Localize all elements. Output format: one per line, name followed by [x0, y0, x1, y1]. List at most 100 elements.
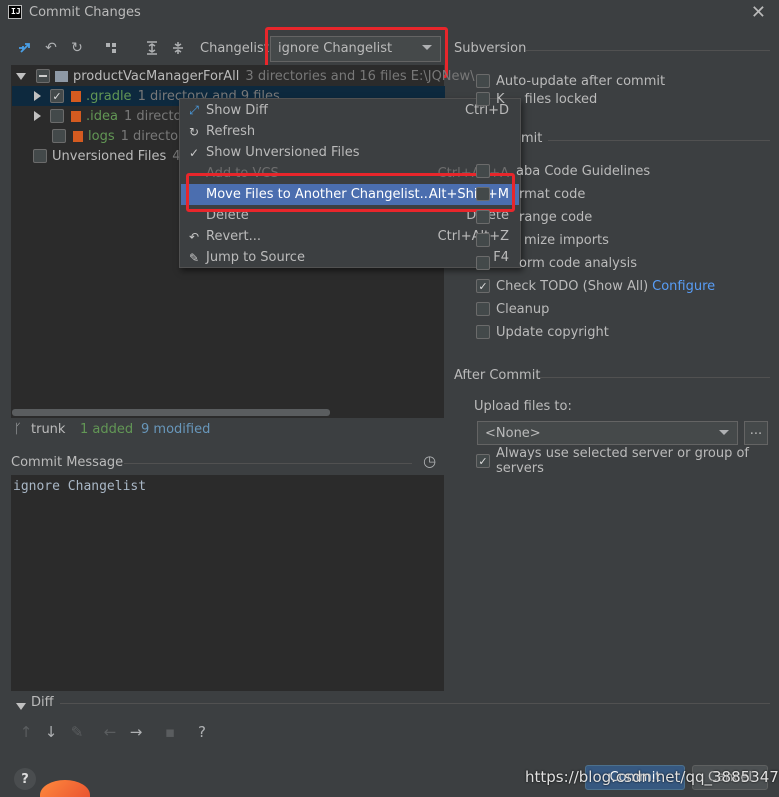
arrow-up-icon[interactable]: ↑	[18, 723, 34, 741]
menu-item-show-diff[interactable]: ⤢ Show Diff Ctrl+D	[181, 100, 519, 121]
auto-update-checkbox[interactable]	[476, 74, 490, 88]
menu-item-revert[interactable]: ↶ Revert... Ctrl+Alt+Z	[181, 226, 519, 247]
cleanup-option[interactable]: Cleanup	[476, 300, 549, 318]
check-todo-option[interactable]: ✓ Check TODO (Show All) Configure	[476, 277, 715, 295]
arrow-left-icon[interactable]: ←	[102, 723, 118, 741]
changelist-label: Changelist:	[200, 41, 274, 56]
root-checkbox[interactable]	[36, 69, 50, 83]
menu-item-label: Show Diff	[206, 103, 268, 118]
group-by-icon[interactable]	[104, 40, 120, 56]
collapse-all-icon[interactable]	[170, 40, 186, 56]
before-commit-option[interactable]: orm code analysis	[476, 254, 637, 272]
menu-item-label: Jump to Source	[206, 250, 305, 265]
tree-row-root[interactable]: productVacManagerForAll 3 directories an…	[12, 66, 475, 86]
browse-button[interactable]: ...	[744, 421, 768, 445]
option-label: mize imports	[524, 232, 609, 248]
diff-label[interactable]: Diff	[31, 695, 54, 710]
commit-message-input[interactable]: ignore Changelist	[11, 475, 444, 691]
check-icon: ✓	[188, 145, 200, 160]
before-commit-option[interactable]: aba Code Guidelines	[476, 162, 650, 180]
divider	[538, 377, 770, 378]
horizontal-scrollbar[interactable]	[12, 409, 330, 416]
keep-locked-label: files locked	[524, 91, 598, 107]
refresh-icon[interactable]: ↻	[69, 40, 85, 56]
option-checkbox[interactable]	[476, 164, 490, 178]
option-label: rmat code	[519, 186, 586, 202]
history-clock-icon[interactable]: ◷	[423, 452, 436, 470]
close-icon[interactable]: ✕	[751, 2, 766, 23]
edit-icon: ✎	[188, 250, 200, 265]
unversioned-checkbox[interactable]	[33, 149, 47, 163]
logs-name: logs	[88, 128, 115, 144]
added-count[interactable]: 1 added	[80, 422, 133, 437]
menu-item-show-unversioned[interactable]: ✓ Show Unversioned Files	[181, 142, 519, 163]
highlight-move-files	[186, 173, 515, 212]
expand-arrow-icon[interactable]	[16, 72, 26, 80]
keep-locked-checkbox[interactable]	[476, 92, 490, 106]
option-checkbox[interactable]	[476, 256, 490, 270]
folder-icon	[71, 90, 81, 102]
keep-locked-option[interactable]: K files locked	[476, 90, 597, 108]
menu-item-jump-to-source[interactable]: ✎ Jump to Source F4	[181, 247, 519, 268]
menu-item-refresh[interactable]: ↻ Refresh	[181, 121, 519, 142]
unversioned-name: Unversioned Files	[52, 148, 167, 164]
arrow-right-icon[interactable]: →	[128, 723, 144, 741]
logs-checkbox[interactable]	[52, 129, 66, 143]
update-copyright-option[interactable]: Update copyright	[476, 323, 609, 341]
rollback-icon[interactable]: ↶	[43, 40, 59, 56]
after-commit-title: After Commit	[454, 368, 541, 383]
divider	[526, 50, 770, 51]
before-commit-option[interactable]: mize imports	[476, 231, 609, 249]
cleanup-checkbox[interactable]	[476, 302, 490, 316]
modified-count[interactable]: 9 modified	[141, 422, 210, 437]
option-label: orm code analysis	[519, 255, 637, 271]
check-todo-checkbox[interactable]: ✓	[476, 279, 490, 293]
arrow-down-icon[interactable]: ↓	[43, 723, 59, 741]
divider	[124, 463, 412, 464]
avatar	[40, 780, 90, 797]
diff-icon: ⤢	[189, 103, 199, 117]
help-button[interactable]: ?	[14, 768, 36, 790]
revert-icon: ↶	[188, 229, 200, 244]
diff-collapse-icon	[16, 699, 26, 714]
title-bar: IJ Commit Changes ✕	[0, 0, 779, 26]
idea-checkbox[interactable]	[50, 109, 64, 123]
keep-locked-prefix: K	[496, 91, 505, 107]
before-commit-option[interactable]: range code	[476, 208, 592, 226]
menu-item-label: Refresh	[206, 124, 256, 139]
intellij-logo-icon: IJ	[8, 5, 22, 19]
upload-label: Upload files to:	[474, 399, 572, 414]
auto-update-label: Auto-update after commit	[496, 73, 666, 89]
module-folder-icon	[55, 70, 68, 82]
branch-icon: ᚴ	[14, 422, 22, 437]
window-title: Commit Changes	[29, 5, 141, 20]
comment-icon[interactable]: ▪	[162, 723, 178, 741]
always-use-checkbox[interactable]: ✓	[476, 454, 490, 468]
root-detail: 3 directories and 16 files E:\JQNew\	[245, 68, 475, 84]
menu-item-label: Revert...	[206, 229, 261, 244]
auto-update-option[interactable]: Auto-update after commit	[476, 72, 665, 90]
chevron-down-icon	[719, 430, 729, 435]
expand-arrow-icon[interactable]	[34, 91, 41, 101]
always-use-option[interactable]: ✓ Always use selected server or group of…	[476, 446, 779, 476]
idea-name: .idea	[86, 108, 118, 124]
before-commit-option[interactable]: rmat code	[476, 185, 585, 203]
option-checkbox[interactable]	[476, 233, 490, 247]
gradle-checkbox[interactable]: ✓	[50, 89, 64, 103]
commit-message-label: Commit Message	[11, 455, 124, 470]
option-checkbox[interactable]	[476, 210, 490, 224]
gradle-name: .gradle	[86, 88, 132, 104]
upload-value: <None>	[485, 426, 541, 441]
diff-icon[interactable]	[17, 40, 33, 56]
option-checkbox[interactable]	[476, 187, 490, 201]
upload-dropdown[interactable]: <None>	[477, 421, 738, 445]
configure-link[interactable]: Configure	[652, 279, 715, 294]
expand-all-icon[interactable]	[144, 40, 160, 56]
divider	[60, 703, 770, 704]
edit-icon[interactable]: ✎	[69, 723, 85, 741]
update-copyright-checkbox[interactable]	[476, 325, 490, 339]
subversion-title: Subversion	[454, 41, 527, 56]
menu-item-label: Show Unversioned Files	[206, 145, 360, 160]
expand-arrow-icon[interactable]	[34, 111, 41, 121]
help-icon[interactable]: ?	[194, 723, 210, 741]
